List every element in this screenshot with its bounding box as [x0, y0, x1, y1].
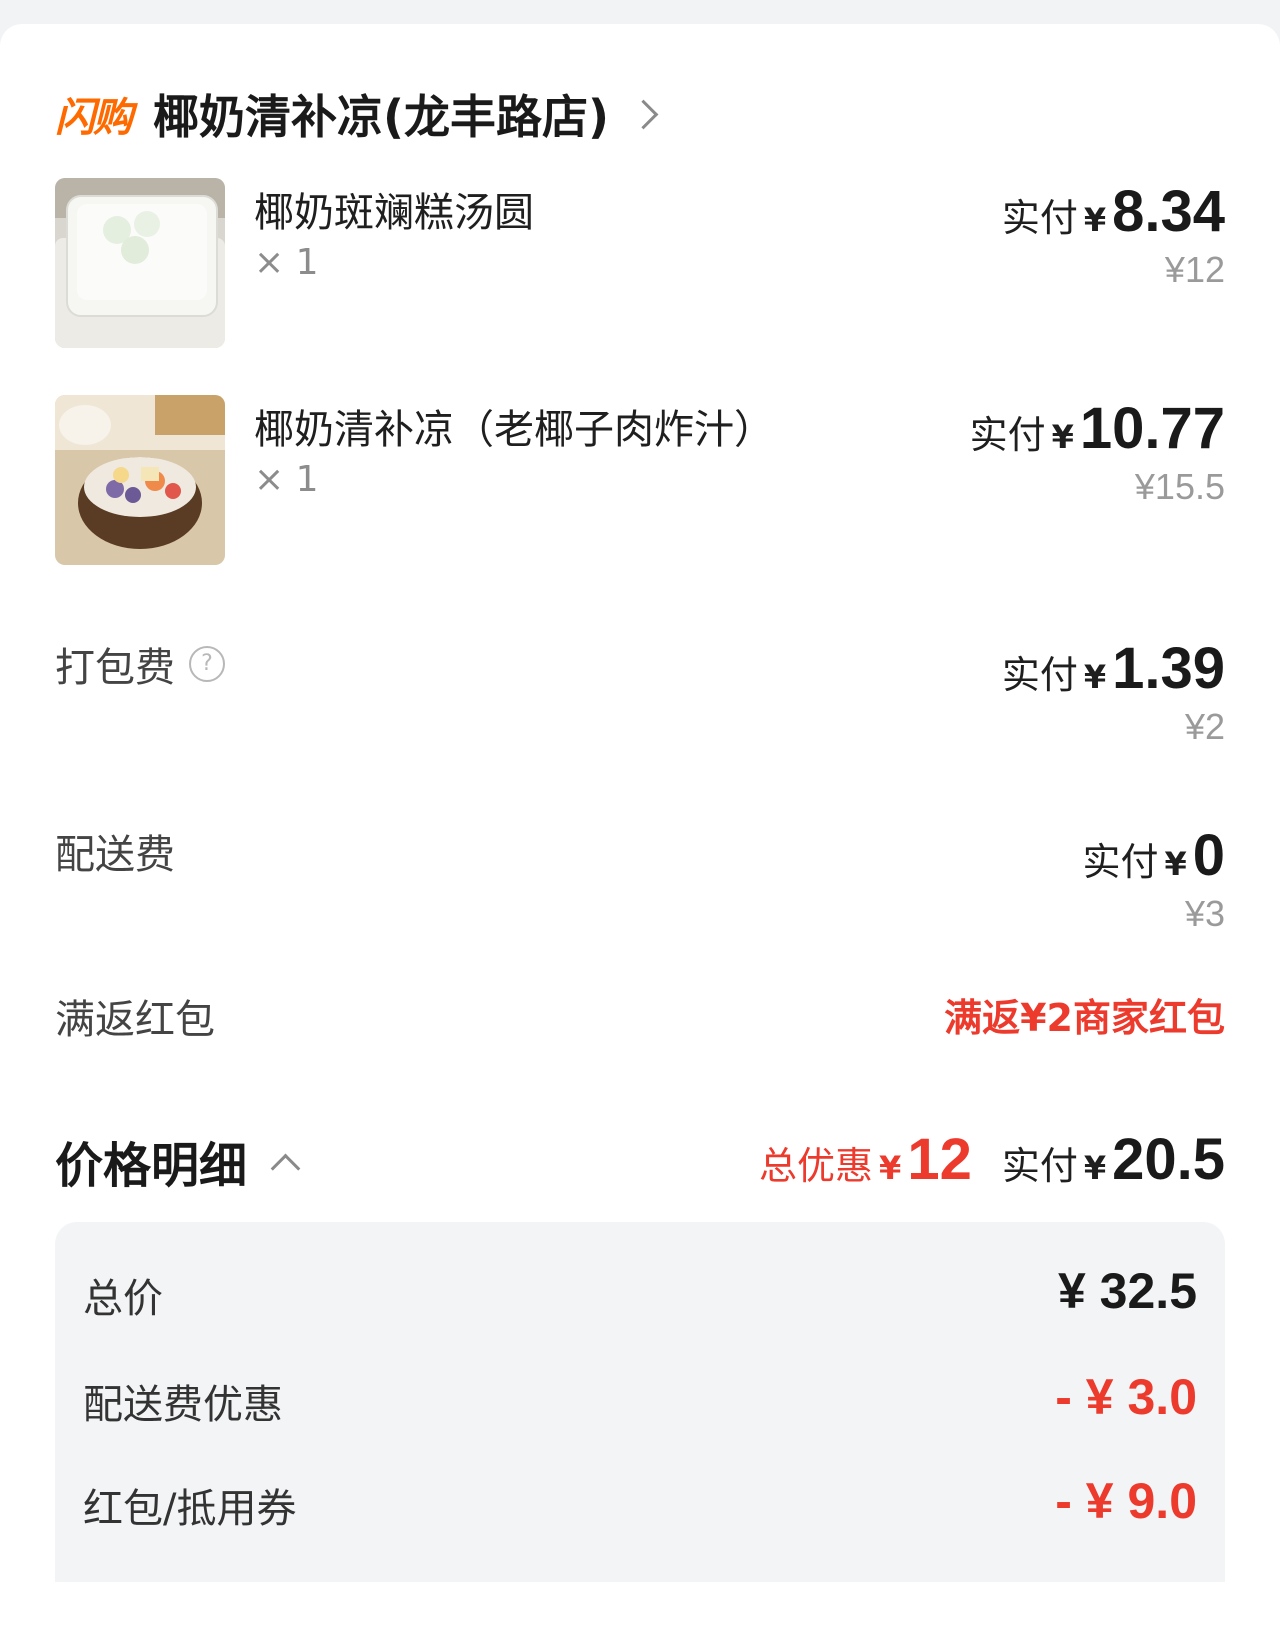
- paid-label: 实付: [1001, 653, 1078, 697]
- original-price: ¥3: [1184, 893, 1225, 934]
- total-discount-label: 总优惠: [759, 1144, 874, 1188]
- currency-symbol: ¥: [1051, 418, 1074, 456]
- delivery-fee-label: 配送费: [55, 832, 175, 878]
- detail-value: - ¥ 9.0: [1055, 1473, 1197, 1529]
- item-name: 椰奶清补凉（老椰子肉炸汁）: [254, 407, 774, 453]
- rebate-row: 满返红包 满返¥2商家红包: [55, 987, 1225, 1047]
- paid-label: 实付: [1001, 1144, 1078, 1188]
- detail-value: - ¥ 3.0: [1055, 1369, 1197, 1425]
- currency-symbol: ¥: [1083, 1149, 1107, 1187]
- detail-row: 红包/抵用券 - ¥ 9.0: [83, 1473, 1197, 1536]
- paid-label: 实付: [969, 413, 1046, 457]
- item-quantity: × 1: [254, 459, 319, 500]
- item-price: 实付 ¥ 8.34 ¥12: [1002, 178, 1225, 291]
- detail-label: 配送费优惠: [83, 1382, 283, 1428]
- price-summary[interactable]: 价格明细 总优惠 ¥ 12 实付 ¥ 20.5: [55, 1126, 1225, 1196]
- detail-label: 总价: [83, 1276, 163, 1322]
- price-detail-panel: 总价 ¥ 32.5 配送费优惠 - ¥ 3.0 红包/抵用券 - ¥ 9.0: [55, 1222, 1225, 1582]
- shangou-logo: 闪购: [55, 95, 133, 141]
- paid-amount: 10.77: [1079, 396, 1225, 461]
- detail-label: 红包/抵用券: [83, 1486, 297, 1532]
- paid-amount: 1.39: [1112, 636, 1225, 701]
- original-price: ¥2: [1184, 706, 1225, 747]
- order-item[interactable]: 椰奶斑斓糕汤圆 × 1 实付 ¥ 8.34 ¥12: [55, 178, 1225, 350]
- delivery-fee-price: 实付 ¥ 0 ¥3: [1082, 822, 1225, 935]
- currency-symbol: ¥: [879, 1149, 902, 1187]
- product-image[interactable]: [55, 395, 225, 565]
- chevron-right-icon[interactable]: [628, 99, 659, 129]
- packing-fee-row: 打包费 ? 实付 ¥ 1.39 ¥2: [55, 635, 1225, 765]
- paid-amount: 8.34: [1112, 179, 1225, 244]
- paid-label: 实付: [1001, 196, 1078, 240]
- item-name: 椰奶斑斓糕汤圆: [254, 190, 534, 236]
- price-detail-toggle[interactable]: 价格明细: [55, 1126, 301, 1196]
- summary-totals: 总优惠 ¥ 12 实付 ¥ 20.5: [759, 1126, 1225, 1193]
- original-price: ¥15.5: [1134, 466, 1225, 507]
- original-price: ¥12: [1164, 249, 1225, 290]
- price-detail-title: 价格明细: [55, 1138, 248, 1194]
- item-price: 实付 ¥ 10.77 ¥15.5: [970, 395, 1225, 508]
- currency-symbol: ¥: [1083, 201, 1107, 239]
- help-icon[interactable]: ?: [189, 646, 225, 682]
- currency-symbol: ¥: [1164, 845, 1187, 883]
- paid-label: 实付: [1082, 840, 1159, 884]
- delivery-fee-row: 配送费 实付 ¥ 0 ¥3: [55, 822, 1225, 952]
- rebate-value: 满返¥2商家红包: [944, 996, 1225, 1040]
- currency-symbol: ¥: [1083, 658, 1107, 696]
- order-item[interactable]: 椰奶清补凉（老椰子肉炸汁） × 1 实付 ¥ 10.77 ¥15.5: [55, 395, 1225, 567]
- total-paid-amount: 20.5: [1112, 1127, 1225, 1192]
- total-discount-amount: 12: [907, 1127, 972, 1192]
- detail-value: ¥ 32.5: [1057, 1263, 1197, 1319]
- chevron-up-icon[interactable]: [270, 1153, 301, 1183]
- detail-row: 配送费优惠 - ¥ 3.0: [83, 1369, 1197, 1432]
- store-name[interactable]: 椰奶清补凉(龙丰路店): [153, 81, 609, 147]
- product-image[interactable]: [55, 178, 225, 348]
- item-quantity: × 1: [254, 242, 319, 283]
- store-header[interactable]: 闪购 椰奶清补凉(龙丰路店): [55, 81, 659, 147]
- packing-fee-price: 实付 ¥ 1.39 ¥2: [1002, 635, 1225, 748]
- detail-row: 总价 ¥ 32.5: [83, 1263, 1197, 1326]
- packing-fee-text: 打包费: [55, 645, 175, 691]
- order-card: 闪购 椰奶清补凉(龙丰路店) 椰奶斑斓糕汤圆 × 1 实付 ¥ 8.34 ¥12…: [0, 24, 1280, 1644]
- paid-amount: 0: [1192, 823, 1225, 888]
